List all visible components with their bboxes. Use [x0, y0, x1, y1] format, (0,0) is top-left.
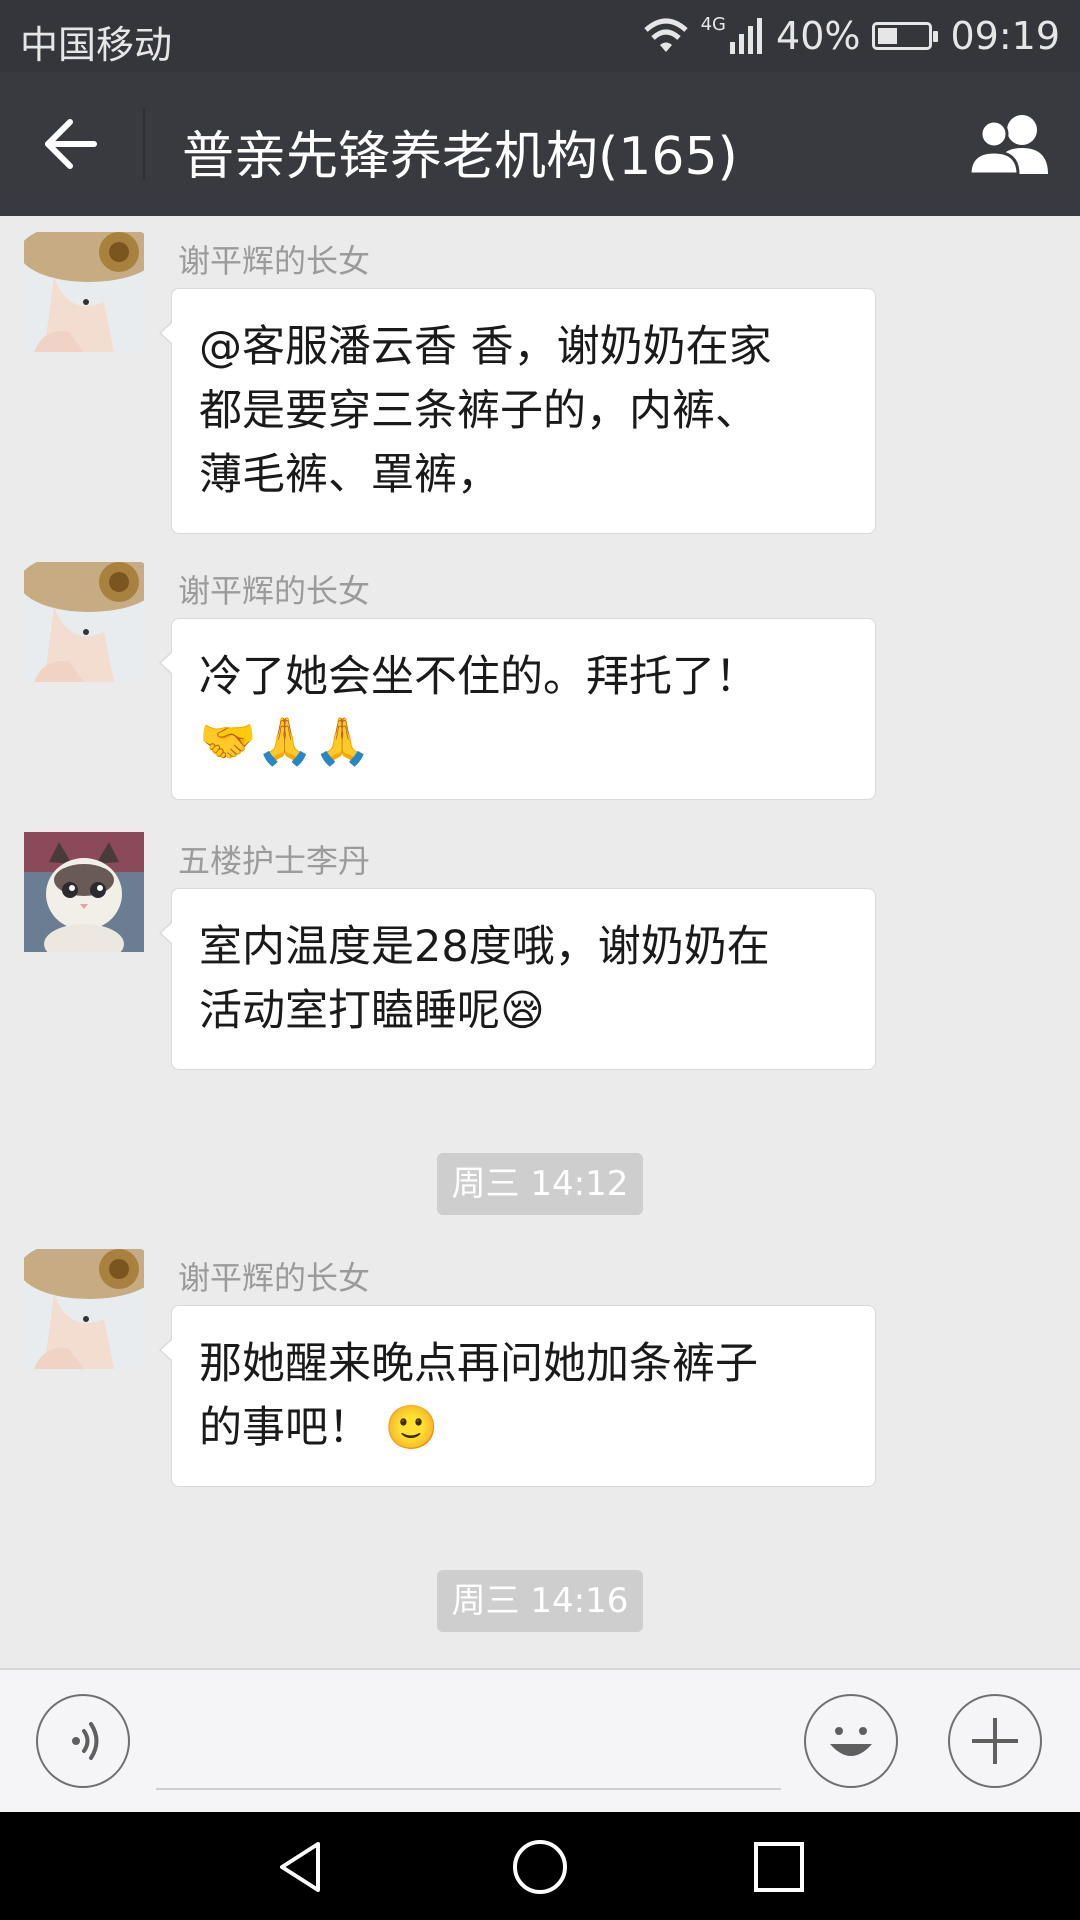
nav-home-icon[interactable]: [511, 1838, 569, 1896]
voice-input-icon[interactable]: [36, 1694, 130, 1788]
signal-icon: [730, 18, 763, 54]
sender-name: 谢平辉的长女: [178, 242, 371, 280]
sender-avatar[interactable]: [24, 562, 144, 682]
message-line: 的事吧！ 🙂: [199, 1403, 439, 1453]
sender-avatar[interactable]: [24, 1249, 144, 1369]
status-bar: 中国移动 4G 40% 09:19: [0, 0, 1080, 72]
woman-hat-avatar: [24, 562, 144, 682]
message-input[interactable]: [156, 1788, 781, 1790]
battery-icon: [872, 22, 939, 50]
emoji-line: 🤝🙏🙏: [199, 714, 371, 768]
network-type: 4G: [700, 13, 727, 35]
sender-name: 五楼护士李丹: [178, 842, 371, 880]
nav-recents-icon[interactable]: [750, 1838, 808, 1896]
message-line: 都是要穿三条裤子的，内裤、: [199, 386, 758, 436]
time-divider: 周三 14:12: [437, 1153, 643, 1215]
message-line: 那她醒来晚点再问她加条裤子: [199, 1339, 758, 1389]
chat-input-bar: [0, 1668, 1080, 1812]
clock: 09:19: [950, 14, 1060, 58]
message-bubble[interactable]: 室内温度是28度哦，谢奶奶在 活动室打瞌睡呢😪: [159, 888, 876, 1070]
chat-message-list[interactable]: 谢平辉的长女 @客服潘云香 香，谢奶奶在家 都是要穿三条裤子的，内裤、 薄毛裤、…: [0, 216, 1080, 1668]
message-line: 活动室打瞌睡呢😪: [199, 986, 545, 1036]
time-divider: 周三 14:16: [437, 1570, 643, 1632]
sender-name: 谢平辉的长女: [178, 1259, 371, 1297]
message-line: @客服潘云香 香，谢奶奶在家: [199, 322, 772, 372]
group-title: 普亲先锋养老机构(165): [182, 127, 738, 187]
chat-header: 普亲先锋养老机构(165): [0, 72, 1080, 216]
message-bubble[interactable]: 那她醒来晚点再问她加条裤子 的事吧！ 🙂: [159, 1305, 876, 1487]
sender-avatar[interactable]: [24, 232, 144, 352]
plus-icon[interactable]: [948, 1694, 1042, 1788]
woman-hat-avatar: [24, 232, 144, 352]
message-line: 薄毛裤、罩裤，: [199, 450, 500, 500]
carrier-name: 中国移动: [20, 23, 173, 67]
cat-avatar: [24, 832, 144, 952]
smiley-face-icon: [830, 1727, 872, 1756]
status-icons: 4G 40% 09:19: [643, 14, 1060, 58]
header-divider: [143, 108, 145, 180]
sender-avatar[interactable]: [24, 832, 144, 952]
message-bubble[interactable]: 冷了她会坐不住的。拜托了！ 🤝🙏🙏: [159, 618, 876, 800]
voice-waves-icon: [72, 1722, 99, 1760]
back-arrow-icon[interactable]: [40, 116, 100, 172]
battery-percent: 40%: [776, 14, 861, 58]
message-line: 冷了她会坐不住的。拜托了！: [199, 652, 758, 702]
nav-back-icon[interactable]: [272, 1838, 330, 1896]
wifi-icon: [643, 18, 688, 52]
plus-sign-icon: [972, 1718, 1018, 1764]
system-nav-bar: [0, 1812, 1080, 1920]
message-line: 室内温度是28度哦，谢奶奶在: [199, 922, 770, 972]
message-bubble[interactable]: @客服潘云香 香，谢奶奶在家 都是要穿三条裤子的，内裤、 薄毛裤、罩裤，: [159, 288, 876, 534]
group-members-icon[interactable]: [968, 112, 1052, 176]
woman-hat-avatar: [24, 1249, 144, 1369]
emoji-icon[interactable]: [804, 1694, 898, 1788]
sender-name: 谢平辉的长女: [178, 572, 371, 610]
